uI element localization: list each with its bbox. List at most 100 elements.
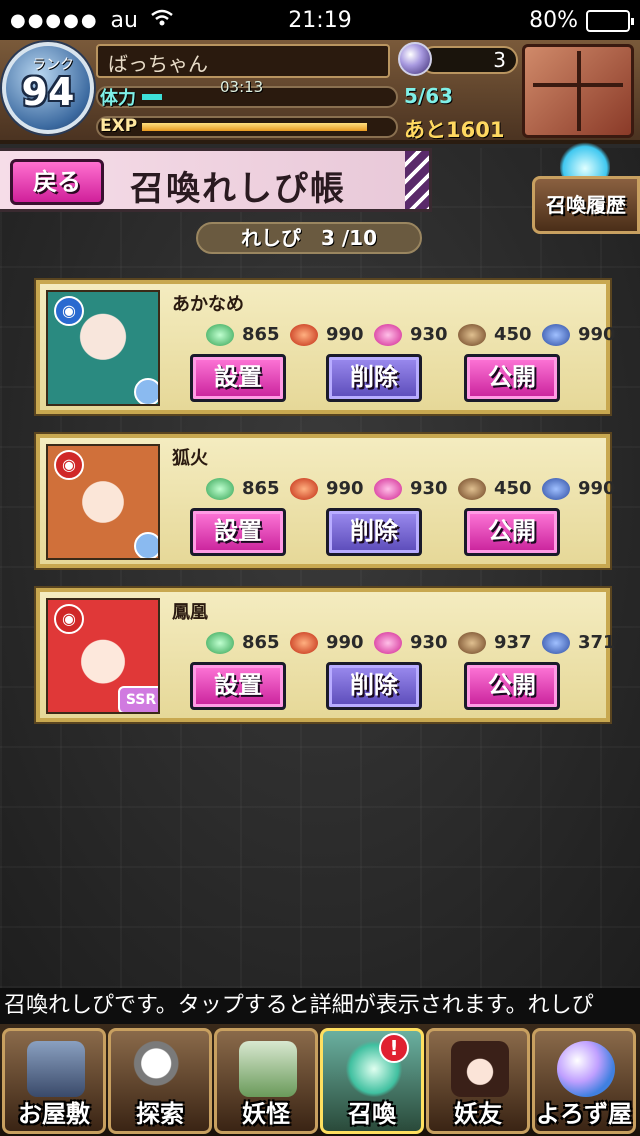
wifi-icon bbox=[150, 9, 174, 32]
resource-value: 990 bbox=[326, 632, 364, 653]
stamina-label: 体力 bbox=[100, 88, 136, 109]
recipe-name: 狐火 bbox=[172, 448, 208, 469]
brown-pouch-icon bbox=[458, 478, 486, 500]
red-leaf-icon bbox=[290, 478, 318, 500]
nav-label: よろず屋 bbox=[536, 1100, 632, 1128]
status-bar: ●●●●● au 21:19 80% bbox=[0, 0, 640, 40]
battery-icon bbox=[586, 9, 634, 32]
mansion-icon bbox=[27, 1041, 85, 1097]
resource-value: 937 bbox=[494, 632, 532, 653]
character-portrait: ◉ SSR bbox=[46, 598, 160, 714]
resource-value: 930 bbox=[410, 324, 448, 345]
water-element-icon: ◉ bbox=[54, 296, 84, 326]
battery-percent: 80% bbox=[529, 8, 578, 33]
shop-orb-icon bbox=[557, 1041, 615, 1097]
magnifier-icon bbox=[133, 1041, 191, 1097]
nav-summon[interactable]: ! 召喚 bbox=[320, 1028, 424, 1134]
rank-emblem[interactable]: ランク 94 bbox=[2, 42, 94, 134]
resource-row: 865 990 930 450 990 bbox=[166, 322, 616, 350]
recipe-card[interactable]: ◉ 狐火 865 990 930 450 990 設置 削除 公開 bbox=[36, 434, 616, 568]
fire-element-icon: ◉ bbox=[54, 604, 84, 634]
set-button[interactable]: 設置 bbox=[190, 354, 286, 402]
character-portrait: ◉ bbox=[46, 290, 160, 406]
brown-pouch-icon bbox=[458, 632, 486, 654]
recipe-count: れしぴ 3 /10 bbox=[196, 222, 422, 254]
nav-explore[interactable]: 探索 bbox=[108, 1028, 212, 1134]
resource-value: 371 bbox=[578, 632, 616, 653]
resource-value: 865 bbox=[242, 632, 280, 653]
nav-label: 召喚 bbox=[348, 1100, 396, 1128]
publish-button[interactable]: 公開 bbox=[464, 662, 560, 710]
friend-girl-icon bbox=[451, 1041, 509, 1097]
ssr-badge: SSR bbox=[118, 686, 158, 712]
character-portrait: ◉ bbox=[46, 444, 160, 560]
resource-value: 990 bbox=[326, 324, 364, 345]
resource-value: 990 bbox=[578, 324, 616, 345]
green-stone-icon bbox=[206, 478, 234, 500]
banner-ribbon bbox=[405, 151, 429, 209]
carrier-name: au bbox=[110, 7, 138, 33]
info-ticker: 召喚れしぴです。タップすると詳細が表示されます。れしぴ bbox=[0, 988, 640, 1024]
blue-grapes-icon bbox=[542, 324, 570, 346]
stone-count[interactable]: 3 bbox=[420, 46, 518, 74]
nav-shop[interactable]: よろず屋 bbox=[532, 1028, 636, 1134]
resource-value: 990 bbox=[326, 478, 364, 499]
red-leaf-icon bbox=[290, 632, 318, 654]
resource-row: 865 990 930 450 990 bbox=[166, 476, 616, 504]
brown-pouch-icon bbox=[458, 324, 486, 346]
set-button[interactable]: 設置 bbox=[190, 662, 286, 710]
pink-cloth-icon bbox=[374, 632, 402, 654]
rarity-badge-icon bbox=[134, 378, 158, 404]
blue-grapes-icon bbox=[542, 632, 570, 654]
background-pattern bbox=[0, 148, 640, 988]
recipe-name: 鳳凰 bbox=[172, 602, 208, 623]
exp-bar bbox=[96, 116, 398, 138]
recipe-card[interactable]: ◉ SSR 鳳凰 865 990 930 937 371 設置 削除 公開 bbox=[36, 588, 616, 722]
resource-value: 930 bbox=[410, 478, 448, 499]
player-name: ばっちゃん bbox=[96, 44, 390, 78]
stamina-fill bbox=[142, 94, 162, 100]
resource-value: 865 bbox=[242, 324, 280, 345]
nav-friends[interactable]: 妖友 bbox=[426, 1028, 530, 1134]
delete-button[interactable]: 削除 bbox=[326, 662, 422, 710]
nav-label: お屋敷 bbox=[18, 1100, 90, 1128]
set-button[interactable]: 設置 bbox=[190, 508, 286, 556]
pink-cloth-icon bbox=[374, 324, 402, 346]
fire-element-icon: ◉ bbox=[54, 450, 84, 480]
page-title: 召喚れしぴ帳 bbox=[130, 169, 346, 209]
nav-label: 探索 bbox=[136, 1100, 184, 1128]
publish-button[interactable]: 公開 bbox=[464, 354, 560, 402]
delete-button[interactable]: 削除 bbox=[326, 508, 422, 556]
nav-label: 妖友 bbox=[454, 1100, 502, 1128]
bottom-nav: お屋敷 探索 妖怪 ! 召喚 妖友 よろず屋 bbox=[0, 1024, 640, 1136]
nav-mansion[interactable]: お屋敷 bbox=[2, 1028, 106, 1134]
title-banner: 戻る 召喚れしぴ帳 bbox=[0, 148, 432, 212]
resource-row: 865 990 930 937 371 bbox=[166, 630, 616, 658]
green-stone-icon bbox=[206, 324, 234, 346]
resource-value: 450 bbox=[494, 324, 532, 345]
delete-button[interactable]: 削除 bbox=[326, 354, 422, 402]
pink-cloth-icon bbox=[374, 478, 402, 500]
summon-history-button[interactable]: 召喚履歴 bbox=[532, 176, 640, 234]
player-header: ランク 94 ばっちゃん 3 体力 03:13 5/63 EXP あと1601 bbox=[0, 40, 640, 144]
recipe-card[interactable]: ◉ あかなめ 865 990 930 450 990 設置 削除 公開 bbox=[36, 280, 616, 414]
resource-value: 990 bbox=[578, 478, 616, 499]
resource-value: 450 bbox=[494, 478, 532, 499]
battery: 80% bbox=[529, 8, 634, 33]
nav-label: 妖怪 bbox=[242, 1100, 290, 1128]
exp-fill bbox=[142, 123, 367, 131]
exp-label: EXP bbox=[100, 116, 138, 136]
blue-grapes-icon bbox=[542, 478, 570, 500]
stamina-timer: 03:13 bbox=[220, 78, 264, 96]
resource-value: 865 bbox=[242, 478, 280, 499]
exp-remaining: あと1601 bbox=[404, 118, 505, 142]
back-button[interactable]: 戻る bbox=[10, 159, 104, 205]
stamina-value: 5/63 bbox=[404, 84, 454, 108]
rarity-badge-icon bbox=[134, 532, 158, 558]
youkai-scroll-icon bbox=[239, 1041, 297, 1097]
alert-badge: ! bbox=[379, 1033, 409, 1063]
nav-youkai[interactable]: 妖怪 bbox=[214, 1028, 318, 1134]
recipe-name: あかなめ bbox=[172, 294, 244, 315]
publish-button[interactable]: 公開 bbox=[464, 508, 560, 556]
gift-box-icon[interactable] bbox=[522, 44, 634, 138]
